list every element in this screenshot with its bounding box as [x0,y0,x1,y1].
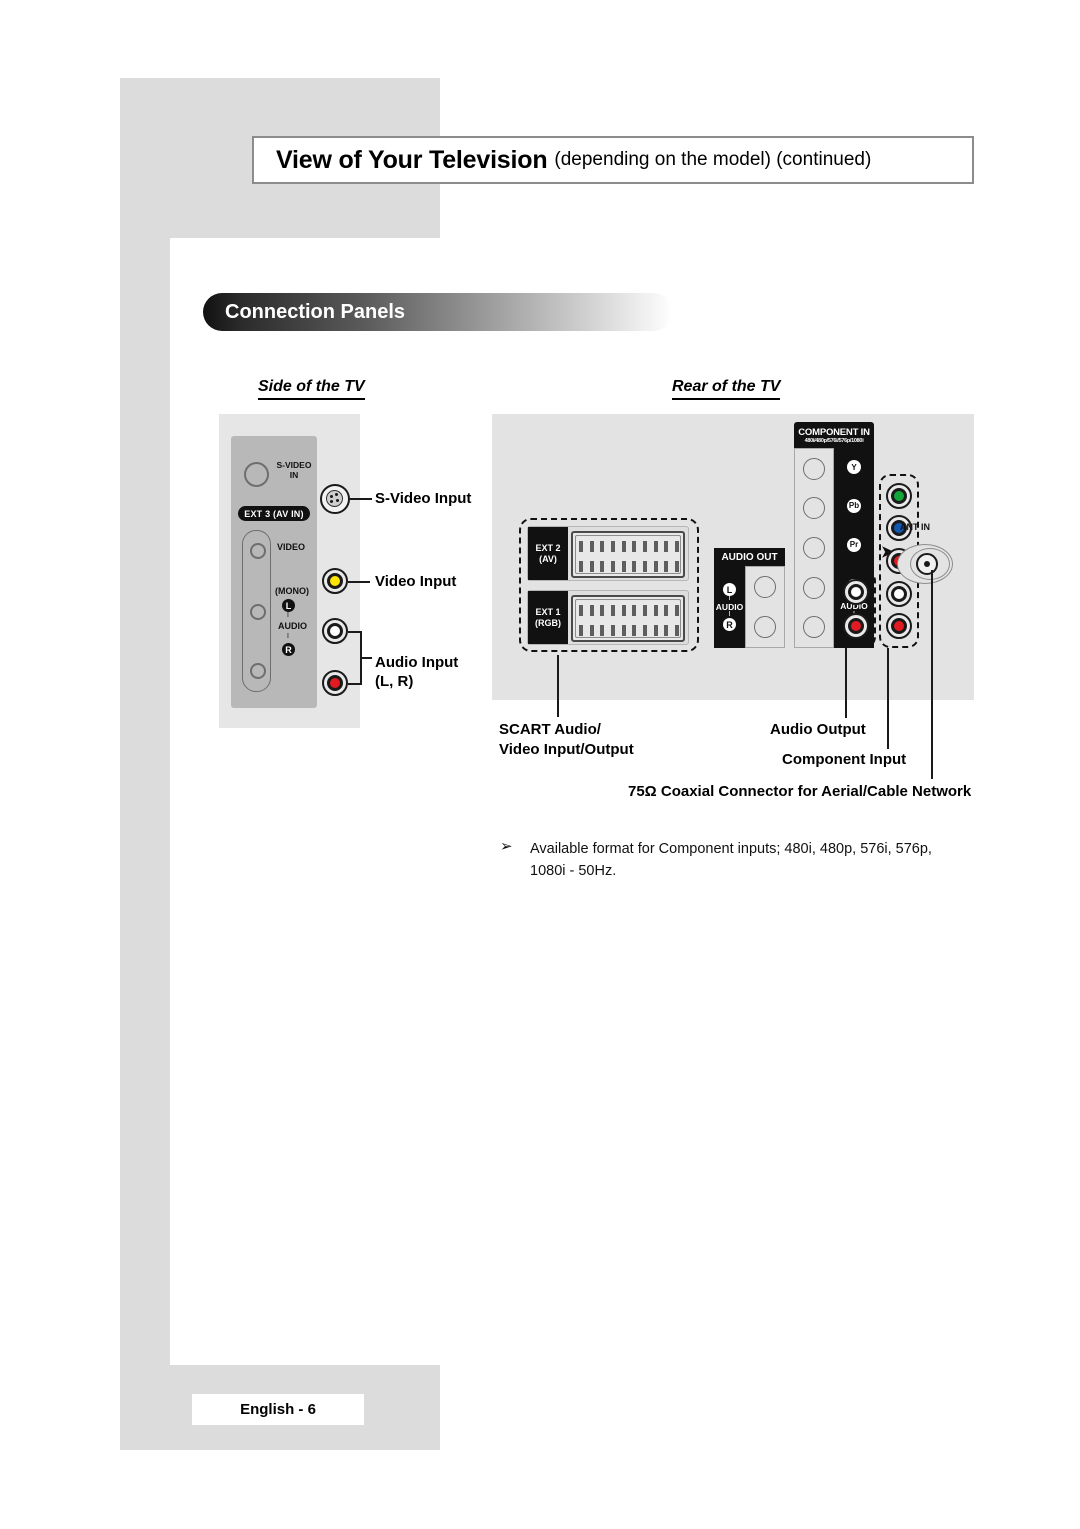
audio-output-jack-r [843,612,869,639]
component-in-holes [794,448,834,648]
scart-ext2-connector: EXT 2 (AV) [527,526,689,581]
video-input-connector-icon [322,568,348,594]
component-in-chip-pr: Pr [847,537,861,552]
audio-output-jack-group [836,570,876,648]
svideo-connector-inner [326,490,343,507]
section-banner: Connection Panels [203,293,673,331]
callout-scart: SCART Audio/ Video Input/Output [499,720,634,760]
component-in-hole-r [803,616,825,639]
callout-scart-line1: SCART Audio/ [499,721,601,738]
leader-line-component-input [887,648,889,749]
callout-audio-input: Audio Input (L, R) [375,653,458,691]
audio-out-hole-r [754,616,776,638]
scart-ext2-body [571,531,685,578]
scart-ext2-tag: EXT 2 (AV) [528,527,568,580]
callout-audio-output: Audio Output [770,721,866,738]
side-label-video: VIDEO [277,542,306,552]
page-title-subtitle: (depending on the model) (continued) [554,149,872,170]
side-chip-left: L [282,599,295,612]
side-rca-strip [242,530,271,692]
side-chip-right: R [282,643,295,656]
component-in-header: COMPONENT IN 480i/480p/576i/576p/1080i [794,422,874,448]
audio-out-block: AUDIO OUT L I AUDIO I R [714,548,785,648]
audio-out-hole-l [754,576,776,598]
scart-ext1-connector: EXT 1 (RGB) [527,590,689,645]
component-in-hole-pr [803,536,825,559]
leader-line-coaxial [931,570,933,779]
side-panel-plate: S-VIDEO IN EXT 3 (AV IN) VIDEO (MONO) L I… [231,436,317,708]
rear-panel-diagram: EXT 2 (AV) EXT 1 (RGB) AUDIO OUT L I AUDIO… [492,414,974,700]
callout-video-input: Video Input [375,573,457,590]
section-banner-label: Connection Panels [225,300,406,323]
audio-out-holes [745,566,785,648]
leader-line-audio-stem [360,657,372,659]
side-screw-hole-left [250,604,266,620]
component-in-hole-pb [803,497,825,520]
scart-ext1-body [571,595,685,642]
page-title-bar: View of Your Television (depending on th… [252,136,974,184]
scart-ext1-tag: EXT 1 (RGB) [528,591,568,644]
component-jack-audio-l [886,580,912,607]
footer-page-label: English - 6 [240,1401,316,1418]
subheading-rear-of-tv: Rear of the TV [672,378,781,400]
component-in-hole-l [803,576,825,599]
callout-coaxial: 75Ω Coaxial Connector for Aerial/Cable N… [628,783,972,800]
note-text: Available format for Component inputs; 4… [530,841,932,879]
audio-right-connector-icon [322,670,348,696]
audio-out-chip-right: R [723,618,736,631]
component-in-title: COMPONENT IN [798,426,870,438]
scart-ext2-pins [579,541,679,572]
side-dash-1: I [287,612,289,619]
side-screw-hole-right [250,663,266,679]
subheading-side-of-tv: Side of the TV [258,378,365,400]
ext3-av-in-badge: EXT 3 (AV IN) [238,506,310,521]
audio-left-connector-icon [322,618,348,644]
leader-line-video [348,581,370,583]
svideo-screw-hole [244,462,269,487]
leader-line-svideo [350,498,372,500]
note-bullet-icon: ➢ [500,838,513,855]
leader-line-audio-output [845,648,847,718]
component-jack-audio-r [886,613,912,640]
svideo-in-label: S-VIDEO IN [276,460,312,480]
audio-out-header: AUDIO OUT [714,548,785,566]
svideo-connector-icon [320,484,350,514]
audio-output-jack-l [843,579,869,606]
audio-out-label-column: L I AUDIO I R [714,566,745,648]
availability-note: ➢ Available format for Component inputs;… [500,838,970,882]
component-jack-y [886,482,912,509]
component-in-chip-y: Y [847,460,861,475]
callout-scart-line2: Video Input/Output [499,741,634,758]
callout-audio-input-line2: (L, R) [375,673,414,690]
callout-svideo-input: S-Video Input [375,490,472,507]
leader-line-scart [557,655,559,717]
side-label-audio: AUDIO [278,621,307,631]
component-in-ypbpr-column: Y Pb Pr [834,448,874,564]
footer-page-label-box: English - 6 [192,1394,364,1425]
ant-in-label: ANT IN [900,522,930,532]
page-title: View of Your Television [276,145,548,174]
callout-audio-input-line1: Audio Input [375,654,459,671]
ant-in-coaxial-jack [916,553,938,575]
side-screw-hole-video [250,543,266,559]
side-label-mono: (MONO) [275,586,309,596]
component-in-chip-pb: Pb [847,498,861,513]
component-in-formats: 480i/480p/576i/576p/1080i [804,437,864,444]
scart-ext1-pins [579,605,679,636]
callout-component-input: Component Input [782,751,907,768]
side-dash-2: I [287,633,289,640]
component-in-hole-y [803,457,825,480]
page-gray-left-band [120,238,170,1388]
